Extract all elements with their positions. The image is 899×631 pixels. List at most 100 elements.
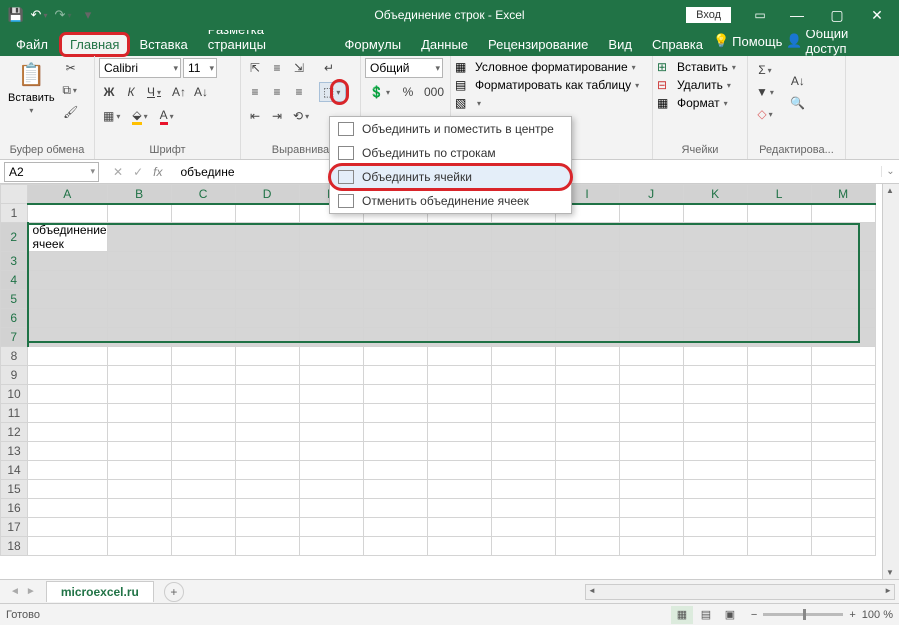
cell[interactable] <box>619 290 683 309</box>
column-header[interactable]: J <box>619 185 683 204</box>
cell[interactable] <box>28 290 108 309</box>
cell[interactable] <box>683 290 747 309</box>
merge-cells-item[interactable]: Объединить ячейки <box>330 165 571 189</box>
view-page-layout-icon[interactable]: ▤ <box>695 606 717 624</box>
cell[interactable] <box>28 518 108 537</box>
cell[interactable] <box>107 385 171 404</box>
row-header[interactable]: 16 <box>1 499 28 518</box>
cell[interactable] <box>747 423 811 442</box>
cell[interactable] <box>171 423 235 442</box>
cell[interactable] <box>107 347 171 366</box>
cell[interactable] <box>555 385 619 404</box>
enter-formula-icon[interactable]: ✓ <box>133 165 143 179</box>
align-left-icon[interactable]: ≡ <box>245 82 265 102</box>
cell[interactable] <box>683 537 747 556</box>
cell[interactable] <box>28 461 108 480</box>
tab-help[interactable]: Справка <box>642 33 713 56</box>
cell[interactable] <box>491 423 555 442</box>
close-button[interactable]: ✕ <box>859 0 895 30</box>
cell[interactable] <box>811 385 875 404</box>
comma-button[interactable]: 000 <box>420 82 448 102</box>
horizontal-scrollbar[interactable] <box>585 584 895 600</box>
cell[interactable] <box>235 423 299 442</box>
cell[interactable] <box>107 271 171 290</box>
cell[interactable] <box>555 518 619 537</box>
cell[interactable] <box>171 271 235 290</box>
cell[interactable] <box>28 537 108 556</box>
row-header[interactable]: 15 <box>1 480 28 499</box>
column-header[interactable]: M <box>811 185 875 204</box>
cell[interactable] <box>555 499 619 518</box>
cell[interactable] <box>107 204 171 223</box>
cell[interactable] <box>235 461 299 480</box>
column-header[interactable]: K <box>683 185 747 204</box>
cell[interactable] <box>28 271 108 290</box>
cell[interactable] <box>811 480 875 499</box>
cell[interactable] <box>683 499 747 518</box>
cell[interactable] <box>555 442 619 461</box>
cell[interactable] <box>555 252 619 271</box>
cell[interactable] <box>747 518 811 537</box>
row-header[interactable]: 7 <box>1 328 28 347</box>
cell[interactable] <box>619 499 683 518</box>
conditional-formatting-button[interactable]: ▦Условное форматирование▾ <box>455 60 641 74</box>
cell[interactable] <box>747 480 811 499</box>
cell[interactable] <box>299 271 363 290</box>
minimize-button[interactable]: — <box>779 0 815 30</box>
cell[interactable] <box>299 461 363 480</box>
select-all-corner[interactable] <box>1 185 28 204</box>
cell[interactable] <box>363 518 427 537</box>
cell[interactable] <box>427 290 491 309</box>
insert-cells-button[interactable]: ⊞Вставить▾ <box>657 60 738 74</box>
cell[interactable] <box>427 442 491 461</box>
cell[interactable] <box>107 366 171 385</box>
row-header[interactable]: 13 <box>1 442 28 461</box>
row-header[interactable]: 11 <box>1 404 28 423</box>
cell[interactable] <box>427 537 491 556</box>
cell[interactable] <box>619 204 683 223</box>
row-header[interactable]: 8 <box>1 347 28 366</box>
cell[interactable] <box>747 204 811 223</box>
tab-view[interactable]: Вид <box>598 33 642 56</box>
cell[interactable] <box>235 252 299 271</box>
cell[interactable] <box>619 442 683 461</box>
cut-icon[interactable]: ✂ <box>61 58 81 78</box>
cell[interactable] <box>491 252 555 271</box>
increase-indent-icon[interactable]: ⇥ <box>267 106 287 126</box>
tab-home[interactable]: Главная <box>60 33 129 56</box>
cell[interactable] <box>171 204 235 223</box>
row-header[interactable]: 12 <box>1 423 28 442</box>
cell[interactable] <box>427 366 491 385</box>
view-page-break-icon[interactable]: ▣ <box>719 606 741 624</box>
cell[interactable] <box>235 271 299 290</box>
cell[interactable] <box>811 366 875 385</box>
cell[interactable] <box>683 404 747 423</box>
cell[interactable] <box>235 442 299 461</box>
cell[interactable] <box>171 223 235 252</box>
cell[interactable] <box>427 518 491 537</box>
cell[interactable] <box>619 518 683 537</box>
cell[interactable] <box>747 328 811 347</box>
cell[interactable] <box>427 347 491 366</box>
cell[interactable] <box>171 252 235 271</box>
font-size-combo[interactable]: 11 <box>183 58 217 78</box>
cell[interactable] <box>299 518 363 537</box>
tab-review[interactable]: Рецензирование <box>478 33 598 56</box>
cell[interactable] <box>683 252 747 271</box>
cell[interactable] <box>427 223 491 252</box>
cell[interactable] <box>363 423 427 442</box>
cell[interactable] <box>683 442 747 461</box>
zoom-in-button[interactable]: + <box>849 609 855 621</box>
fx-icon[interactable]: fx <box>153 165 162 179</box>
cell[interactable] <box>299 347 363 366</box>
align-center-icon[interactable]: ≡ <box>267 82 287 102</box>
cell[interactable] <box>747 499 811 518</box>
cell[interactable] <box>299 480 363 499</box>
sheet-nav-first-icon[interactable]: ◄ <box>10 586 20 597</box>
cell[interactable] <box>427 271 491 290</box>
cell[interactable] <box>683 385 747 404</box>
cell[interactable] <box>555 347 619 366</box>
cell[interactable] <box>235 328 299 347</box>
cell[interactable] <box>235 385 299 404</box>
column-header[interactable]: B <box>107 185 171 204</box>
